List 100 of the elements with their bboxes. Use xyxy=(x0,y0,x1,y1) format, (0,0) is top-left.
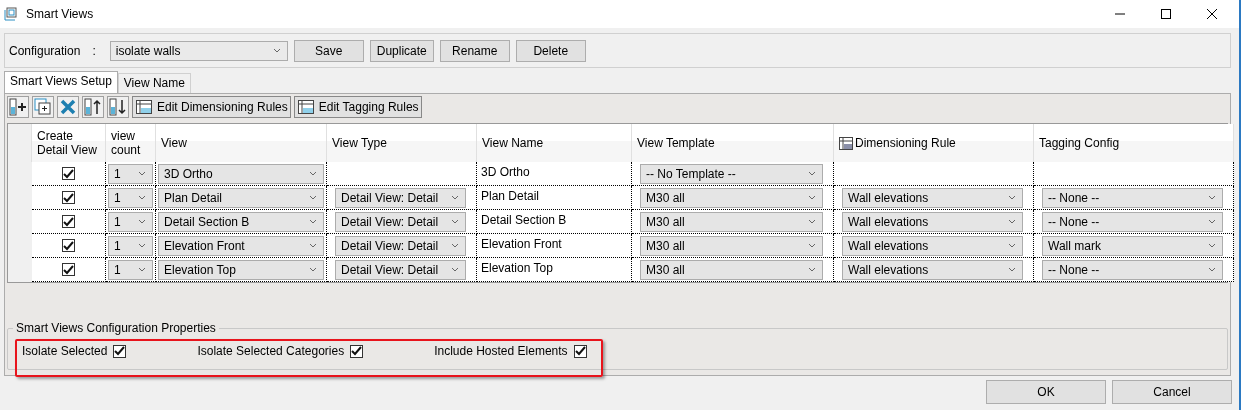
caret-icon xyxy=(451,267,459,272)
close-icon[interactable] xyxy=(1206,8,1218,20)
caret-icon xyxy=(1208,243,1216,248)
caret-icon xyxy=(138,267,146,272)
delete-icon[interactable] xyxy=(57,96,79,118)
caret-icon xyxy=(1208,219,1216,224)
caret-icon xyxy=(808,243,816,248)
caret-icon xyxy=(1008,195,1016,200)
caret-icon xyxy=(808,219,816,224)
maximize-icon[interactable] xyxy=(1160,8,1172,20)
add-row-icon[interactable] xyxy=(7,96,29,118)
move-up-icon[interactable] xyxy=(82,96,104,118)
caret-icon xyxy=(309,195,317,200)
option-label: Isolate Selected xyxy=(22,344,108,358)
template-dropdown[interactable]: M30 all xyxy=(640,187,823,208)
group-title: Smart Views Configuration Properties xyxy=(13,321,219,335)
option-label: Isolate Selected Categories xyxy=(197,344,345,358)
tagging-dropdown[interactable]: -- None -- xyxy=(1042,211,1223,232)
dimensioning-dropdown[interactable]: Wall elevations xyxy=(842,211,1023,232)
rules-button[interactable]: Edit Dimensioning Rules xyxy=(132,96,291,118)
checkbox[interactable] xyxy=(62,263,75,276)
window-title: Smart Views xyxy=(26,7,94,21)
view-dropdown[interactable]: Detail Section B xyxy=(158,211,324,232)
config-button[interactable]: Save xyxy=(293,39,364,62)
dimensioning-dropdown[interactable]: Wall elevations xyxy=(842,187,1023,208)
column-header: Tagging Config xyxy=(1034,124,1234,162)
caret-icon xyxy=(309,171,317,176)
column-header: View xyxy=(156,124,327,162)
template-dropdown[interactable]: M30 all xyxy=(640,259,823,280)
caret-icon xyxy=(1208,267,1216,272)
column-header: View Template xyxy=(632,124,834,162)
column-header: View Name xyxy=(477,124,632,162)
dialog-button[interactable]: Cancel xyxy=(1112,380,1232,404)
config-button[interactable]: Delete xyxy=(515,39,586,62)
template-dropdown[interactable]: M30 all xyxy=(640,235,823,256)
tab[interactable]: View Name xyxy=(117,73,191,93)
template-dropdown[interactable]: -- No Template -- xyxy=(640,163,823,184)
count-dropdown[interactable]: 1 xyxy=(108,211,153,232)
caret-icon xyxy=(808,195,816,200)
count-dropdown[interactable]: 1 xyxy=(108,163,153,184)
dialog-button[interactable]: OK xyxy=(986,380,1106,404)
caret-icon xyxy=(808,267,816,272)
option-label: Include Hosted Elements xyxy=(434,344,568,358)
checkbox[interactable] xyxy=(350,344,364,358)
table-icon xyxy=(136,100,152,114)
copy-icon[interactable] xyxy=(32,96,54,118)
template-dropdown[interactable]: M30 all xyxy=(640,211,823,232)
app-icon xyxy=(4,7,18,21)
rules-button[interactable]: Edit Tagging Rules xyxy=(293,96,422,118)
column-header: View Type xyxy=(327,124,477,162)
caret-icon xyxy=(272,48,281,53)
checkbox[interactable] xyxy=(62,239,75,252)
count-dropdown[interactable]: 1 xyxy=(108,259,153,280)
configuration-dropdown[interactable]: isolate walls xyxy=(109,40,288,61)
caret-icon xyxy=(309,219,317,224)
table-icon xyxy=(297,100,314,114)
view-type-dropdown[interactable]: Detail View: Detail xyxy=(335,259,466,280)
table-icon xyxy=(839,136,853,150)
dimensioning-dropdown[interactable]: Wall elevations xyxy=(842,235,1023,256)
caret-icon xyxy=(1008,219,1016,224)
view-dropdown[interactable]: Elevation Top xyxy=(158,259,324,280)
checkbox[interactable] xyxy=(113,344,127,358)
column-header: view count xyxy=(106,124,156,162)
count-dropdown[interactable]: 1 xyxy=(108,187,153,208)
view-dropdown[interactable]: Elevation Front xyxy=(158,235,324,256)
count-dropdown[interactable]: 1 xyxy=(108,235,153,256)
caret-icon xyxy=(808,171,816,176)
dimensioning-dropdown[interactable]: Wall elevations xyxy=(842,259,1023,280)
table-cell: Plan Detail xyxy=(477,186,632,210)
tagging-dropdown[interactable]: -- None -- xyxy=(1042,187,1223,208)
config-button[interactable]: Rename xyxy=(439,39,510,62)
checkbox[interactable] xyxy=(62,215,75,228)
table-cell: Detail Section B xyxy=(477,210,632,234)
caret-icon xyxy=(138,243,146,248)
column-header: Dimensioning Rule xyxy=(855,136,956,150)
checkbox[interactable] xyxy=(62,191,75,204)
move-down-icon[interactable] xyxy=(107,96,129,118)
checkbox[interactable] xyxy=(573,344,587,358)
table-cell: Elevation Top xyxy=(477,258,632,282)
caret-icon xyxy=(309,267,317,272)
tab[interactable]: Smart Views Setup xyxy=(4,71,118,93)
configuration-label: Configuration xyxy=(9,43,81,58)
checkbox[interactable] xyxy=(62,167,75,180)
view-dropdown[interactable]: Plan Detail xyxy=(158,187,324,208)
caret-icon xyxy=(138,171,146,176)
view-type-dropdown[interactable]: Detail View: Detail xyxy=(335,235,466,256)
column-header: Create Detail View xyxy=(32,124,106,162)
caret-icon xyxy=(138,219,146,224)
tagging-dropdown[interactable]: Wall mark xyxy=(1042,235,1223,256)
view-dropdown[interactable]: 3D Ortho xyxy=(158,163,324,184)
caret-icon xyxy=(451,219,459,224)
table-cell: Elevation Front xyxy=(477,234,632,258)
view-type-dropdown[interactable]: Detail View: Detail xyxy=(335,187,466,208)
caret-icon xyxy=(138,195,146,200)
config-button[interactable]: Duplicate xyxy=(369,39,434,62)
caret-icon xyxy=(451,243,459,248)
tagging-dropdown[interactable]: -- None -- xyxy=(1042,259,1223,280)
view-type-dropdown[interactable]: Detail View: Detail xyxy=(335,211,466,232)
caret-icon xyxy=(309,243,317,248)
caret-icon xyxy=(1008,267,1016,272)
